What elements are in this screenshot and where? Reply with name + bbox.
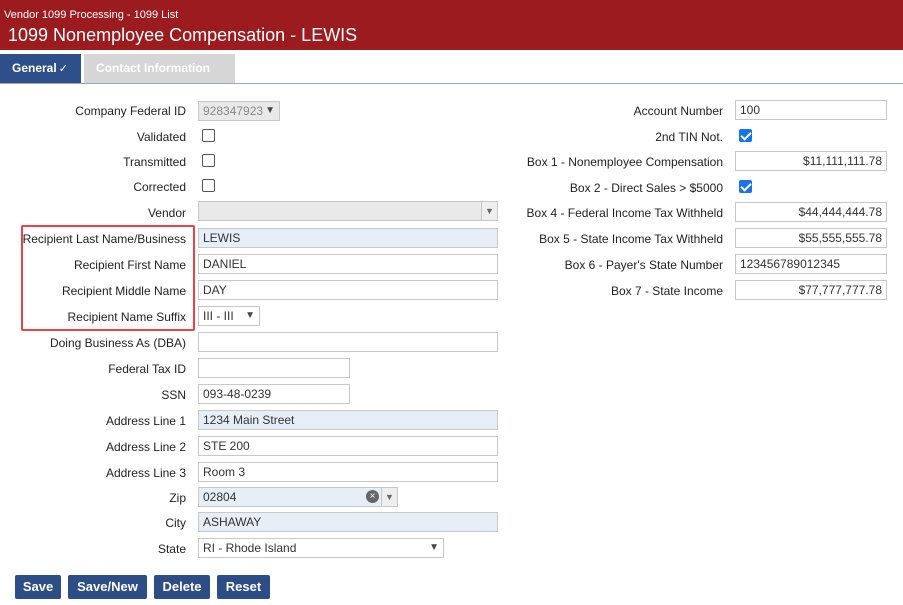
corrected-label: Corrected xyxy=(133,180,186,194)
federal-tax-id-input[interactable] xyxy=(198,358,350,378)
address-line-1-input[interactable]: 1234 Main Street xyxy=(198,410,498,430)
ssn-label: SSN xyxy=(161,388,186,402)
second-tin-checkbox[interactable] xyxy=(739,129,752,142)
box5-input[interactable]: $55,555,555.78 xyxy=(735,228,887,248)
account-number-label: Account Number xyxy=(633,104,723,118)
clear-circle-icon[interactable]: × xyxy=(366,490,379,503)
chevron-down-icon: ▼ xyxy=(245,310,255,321)
corrected-checkbox[interactable] xyxy=(202,179,215,192)
breadcrumb[interactable]: Vendor 1099 Processing - 1099 List xyxy=(4,9,178,21)
chevron-down-icon[interactable]: ▼ xyxy=(481,202,497,220)
tab-contact-label: Contact Information xyxy=(96,61,210,75)
recipient-name-suffix-select[interactable]: III - III ▼ xyxy=(198,306,260,326)
box6-input[interactable]: 123456789012345 xyxy=(735,254,887,274)
validated-checkbox[interactable] xyxy=(202,129,215,142)
page-header: Vendor 1099 Processing - 1099 List 1099 … xyxy=(0,0,903,50)
highlight-box xyxy=(21,225,195,331)
box1-label: Box 1 - Nonemployee Compensation xyxy=(526,155,723,169)
city-input[interactable]: ASHAWAY xyxy=(198,512,498,532)
page-title: 1099 Nonemployee Compensation - LEWIS xyxy=(8,25,358,45)
checkmark-icon: ✓ xyxy=(58,63,68,75)
dba-label: Doing Business As (DBA) xyxy=(49,336,186,350)
box6-label: Box 6 - Payer's State Number xyxy=(564,258,723,272)
ssn-input[interactable]: 093-48-0239 xyxy=(198,384,350,404)
chevron-down-icon: ▼ xyxy=(265,105,275,116)
recipient-last-name-input[interactable]: LEWIS xyxy=(198,228,498,248)
box5-label: Box 5 - State Income Tax Withheld xyxy=(539,232,723,246)
second-tin-label: 2nd TIN Not. xyxy=(655,130,723,144)
transmitted-label: Transmitted xyxy=(123,155,186,169)
validated-label: Validated xyxy=(136,130,186,144)
recipient-first-name-input[interactable]: DANIEL xyxy=(198,254,498,274)
reset-button[interactable]: Reset xyxy=(217,575,270,599)
state-label: State xyxy=(157,542,186,556)
address-line-2-input[interactable]: STE 200 xyxy=(198,436,498,456)
zip-combo[interactable]: 02804 × ▼ xyxy=(198,487,398,507)
box7-label: Box 7 - State Income xyxy=(610,284,723,298)
address-line-2-label: Address Line 2 xyxy=(105,440,186,454)
box7-input[interactable]: $77,777,777.78 xyxy=(735,280,887,300)
city-label: City xyxy=(165,516,186,530)
company-federal-id-value: 928347923 xyxy=(203,104,264,118)
tab-contact-information[interactable]: Contact Information xyxy=(84,54,235,83)
address-line-3-label: Address Line 3 xyxy=(105,466,186,480)
tab-general[interactable]: General ✓ xyxy=(0,54,81,83)
chevron-down-icon[interactable]: ▼ xyxy=(381,488,397,506)
state-value: RI - Rhode Island xyxy=(203,541,297,555)
address-line-1-label: Address Line 1 xyxy=(105,414,186,428)
company-federal-id-label: Company Federal ID xyxy=(75,104,186,118)
zip-label: Zip xyxy=(169,491,186,505)
vendor-label: Vendor xyxy=(147,206,186,220)
box2-checkbox[interactable] xyxy=(739,180,752,193)
save-new-button[interactable]: Save/New xyxy=(68,575,147,599)
delete-button[interactable]: Delete xyxy=(154,575,210,599)
address-line-3-input[interactable]: Room 3 xyxy=(198,462,498,482)
tab-bar: General ✓ Contact Information xyxy=(0,54,903,84)
dba-input[interactable] xyxy=(198,332,498,352)
zip-value: 02804 xyxy=(203,490,237,504)
tab-general-label: General xyxy=(12,61,57,75)
box4-input[interactable]: $44,444,444.78 xyxy=(735,202,887,222)
save-button[interactable]: Save xyxy=(15,575,61,599)
recipient-middle-name-input[interactable]: DAY xyxy=(198,280,498,300)
vendor-combo[interactable]: ▼ xyxy=(198,201,498,221)
federal-tax-id-label: Federal Tax ID xyxy=(108,362,186,376)
chevron-down-icon: ▼ xyxy=(429,542,439,553)
recipient-name-suffix-value: III - III xyxy=(203,309,234,323)
state-select[interactable]: RI - Rhode Island ▼ xyxy=(198,538,444,558)
box1-input[interactable]: $11,111,111.78 xyxy=(735,151,887,171)
box2-label: Box 2 - Direct Sales > $5000 xyxy=(569,181,723,195)
account-number-input[interactable]: 100 xyxy=(735,100,887,120)
transmitted-checkbox[interactable] xyxy=(202,154,215,167)
company-federal-id-select[interactable]: 928347923 ▼ xyxy=(198,101,280,121)
box4-label: Box 4 - Federal Income Tax Withheld xyxy=(526,206,723,220)
